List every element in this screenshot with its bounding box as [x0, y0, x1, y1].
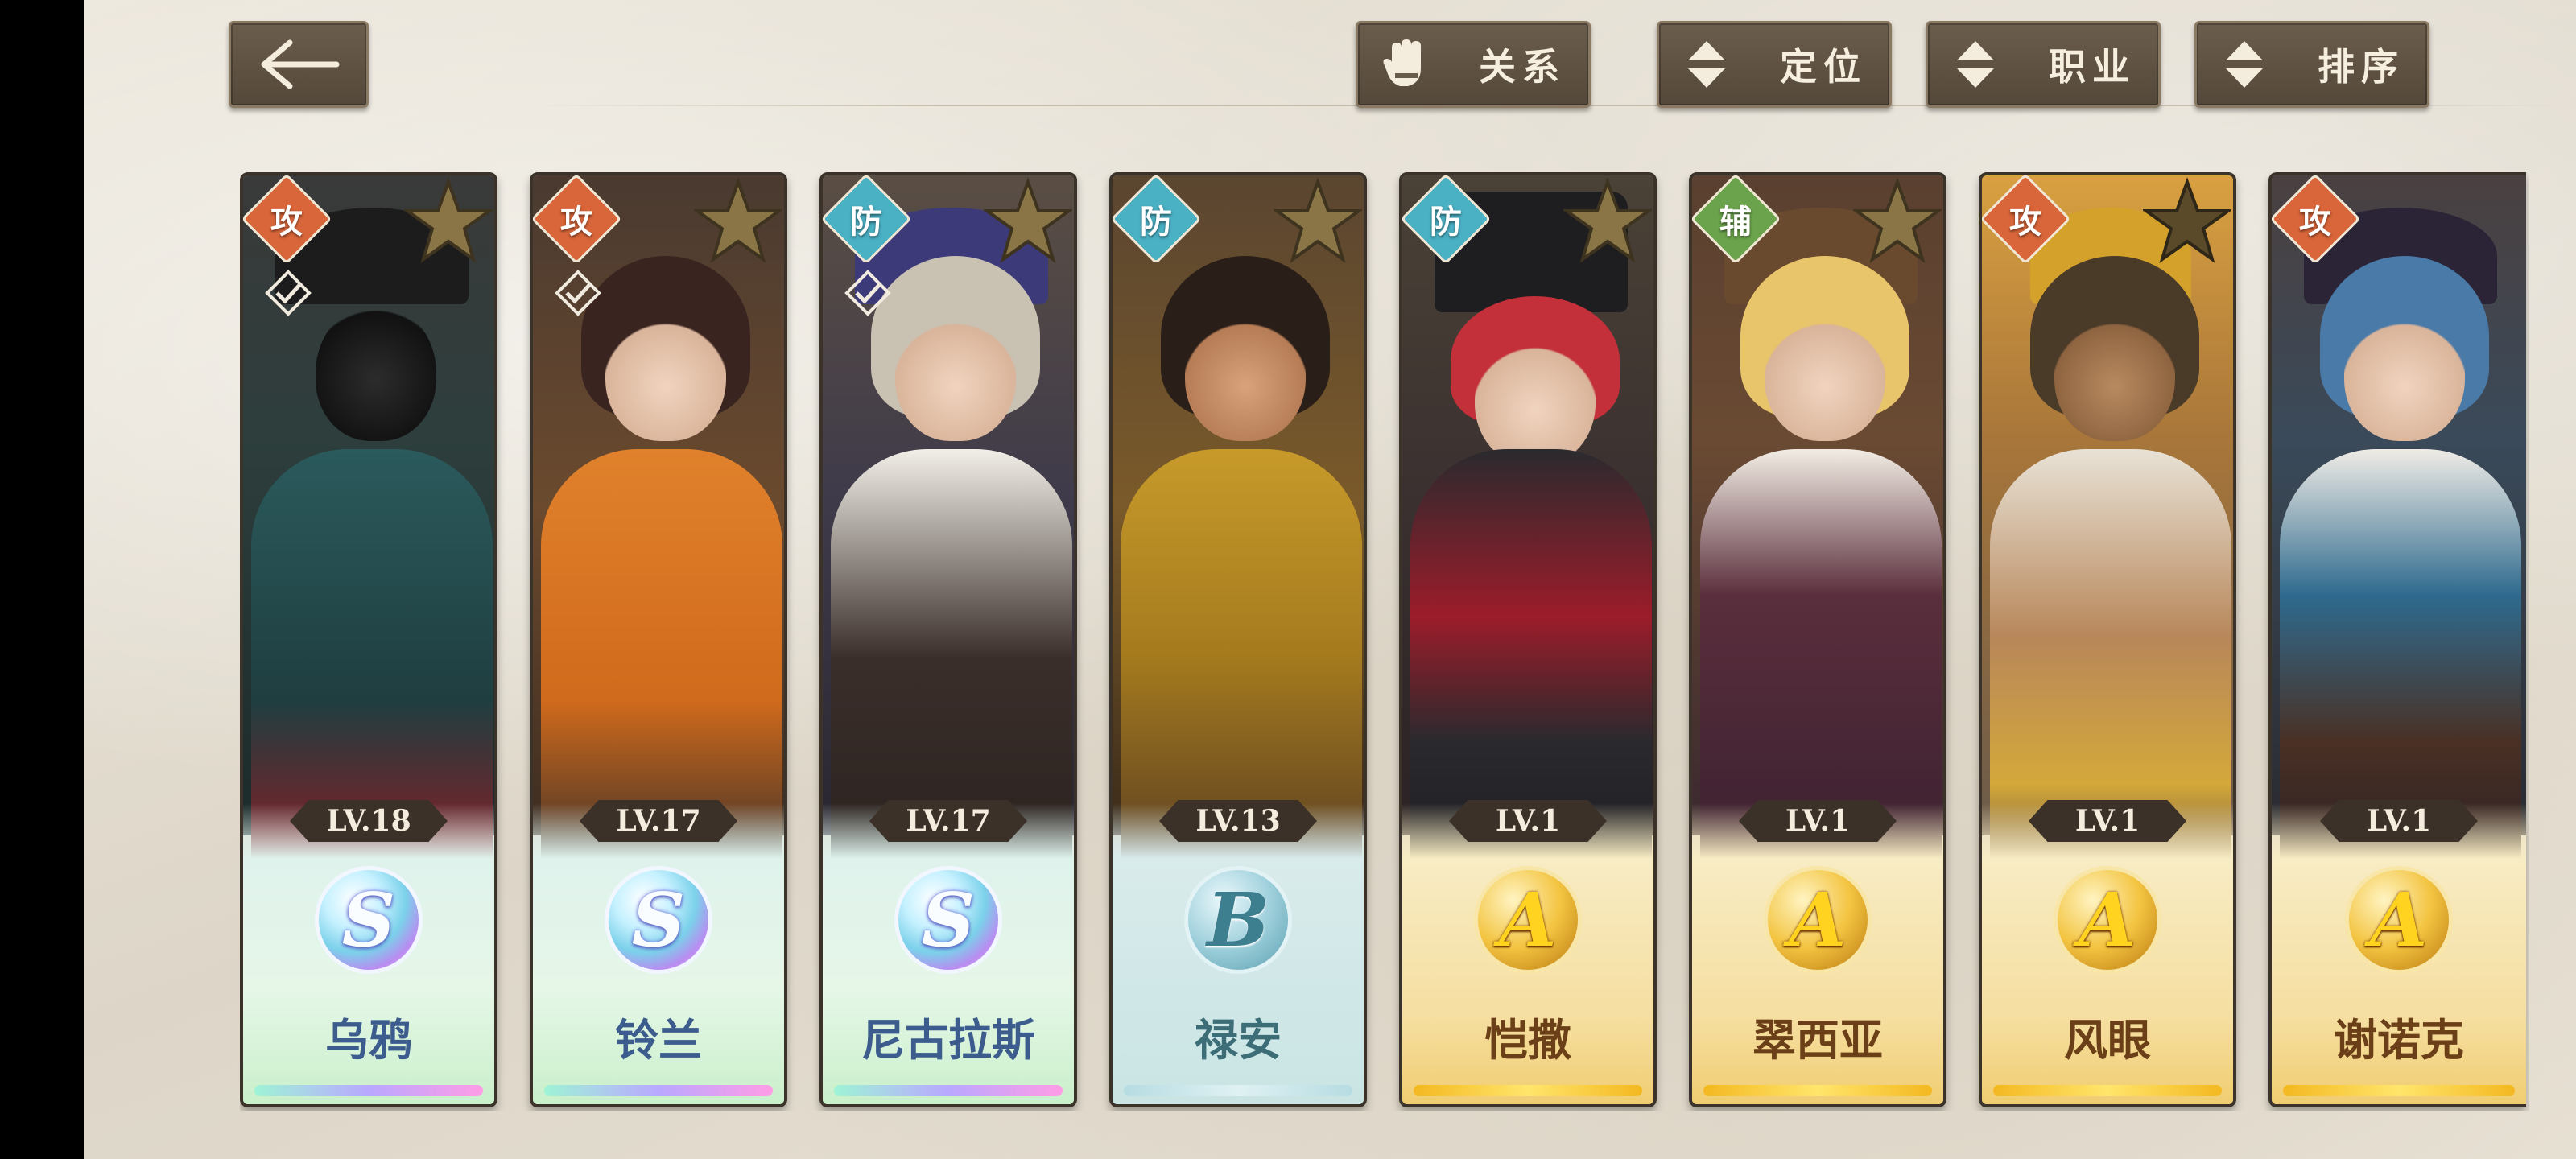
- rarity-bar: [544, 1085, 773, 1096]
- sort-arrows-icon: [1682, 36, 1732, 93]
- role-label: 防: [1140, 203, 1172, 241]
- selected-check-icon: [844, 270, 891, 316]
- sort-arrows-icon: [2219, 36, 2269, 93]
- character-portrait: [2272, 175, 2526, 868]
- character-portrait: [1113, 175, 1364, 868]
- character-card-linglan[interactable]: 攻 LV.17 S 铃兰: [530, 172, 787, 1107]
- rarity-bar: [1124, 1085, 1352, 1096]
- grade-badge: A: [2054, 866, 2161, 974]
- character-portrait: [1692, 175, 1943, 868]
- rarity-bar: [1993, 1085, 2222, 1096]
- level-tag: LV.1: [1449, 800, 1607, 842]
- star-icon: [2143, 177, 2231, 263]
- grade-badge: A: [1474, 866, 1582, 974]
- grade-badge: S: [315, 866, 423, 974]
- character-name: 乌鸦: [325, 1014, 412, 1066]
- role-label: 攻: [560, 203, 592, 241]
- position-filter-label: 定位: [1780, 45, 1867, 89]
- back-button[interactable]: [229, 21, 369, 108]
- portrait-face: [2054, 304, 2175, 441]
- selected-check-icon: [265, 270, 312, 316]
- character-portrait: [1982, 175, 2233, 868]
- role-label: 攻: [2009, 203, 2041, 241]
- character-card-tricia[interactable]: 辅 LV.1 A 翠西亚: [1689, 172, 1946, 1107]
- class-filter-button[interactable]: 职业: [1926, 21, 2161, 108]
- portrait-face: [895, 304, 1016, 441]
- role-label: 辅: [1719, 203, 1752, 241]
- position-filter-button[interactable]: 定位: [1657, 21, 1892, 108]
- character-name: 禄安: [1195, 1014, 1282, 1066]
- grade-badge: S: [894, 866, 1002, 974]
- role-label: 攻: [2299, 203, 2331, 241]
- character-card-fengyan[interactable]: 攻 LV.1 A 风眼: [1979, 172, 2236, 1107]
- level-tag: LV.1: [2320, 800, 2478, 842]
- star-icon: [1274, 177, 1362, 263]
- arrow-left-icon: [261, 39, 340, 89]
- level-tag: LV.1: [1739, 800, 1897, 842]
- character-card-wuya[interactable]: 攻 LV.18 S 乌鸦: [240, 172, 497, 1107]
- rarity-bar: [834, 1085, 1063, 1096]
- sort-filter-label: 排序: [2318, 45, 2405, 89]
- portrait-face: [1185, 304, 1306, 441]
- star-icon: [404, 177, 493, 263]
- gauntlet-icon: [1381, 36, 1430, 93]
- rarity-bar: [254, 1085, 483, 1096]
- character-card-list: 攻 LV.18 S 乌鸦 攻 LV.17 S 铃兰 防 LV.17 S 尼古拉斯…: [240, 172, 2529, 1111]
- sort-arrows-icon: [1951, 36, 2000, 93]
- sort-filter-button[interactable]: 排序: [2194, 21, 2429, 108]
- character-portrait: [1402, 175, 1653, 868]
- relation-filter-button[interactable]: 关系: [1356, 21, 1591, 108]
- star-icon: [1563, 177, 1652, 263]
- character-card-luan[interactable]: 防 LV.13 B 禄安: [1109, 172, 1367, 1107]
- portrait-face: [1475, 328, 1596, 465]
- class-filter-label: 职业: [2049, 45, 2136, 89]
- grade-badge: S: [605, 866, 712, 974]
- portrait-face: [605, 304, 726, 441]
- level-tag: LV.13: [1159, 800, 1317, 842]
- star-icon: [694, 177, 782, 263]
- level-tag: LV.17: [869, 800, 1027, 842]
- grade-badge: A: [1764, 866, 1872, 974]
- rarity-bar: [1703, 1085, 1932, 1096]
- star-icon: [984, 177, 1072, 263]
- grade-badge: A: [2345, 866, 2453, 974]
- level-tag: LV.18: [290, 800, 448, 842]
- portrait-face: [1765, 304, 1885, 441]
- role-label: 防: [850, 203, 882, 241]
- rarity-bar: [2283, 1085, 2515, 1096]
- level-tag: LV.17: [580, 800, 737, 842]
- role-label: 防: [1430, 203, 1462, 241]
- character-name: 铃兰: [615, 1014, 702, 1066]
- character-name: 谢诺克: [2334, 1014, 2464, 1066]
- role-label: 攻: [270, 203, 303, 241]
- portrait-face: [2344, 304, 2465, 441]
- level-tag: LV.1: [2029, 800, 2186, 842]
- portrait-mask: [316, 304, 436, 441]
- star-icon: [1853, 177, 1942, 263]
- selected-check-icon: [555, 270, 601, 316]
- relation-filter-label: 关系: [1479, 45, 1566, 89]
- character-name: 恺撒: [1484, 1014, 1571, 1066]
- character-card-xienuoke[interactable]: 攻 LV.1 A 谢诺克: [2268, 172, 2526, 1107]
- character-name: 翠西亚: [1752, 1014, 1883, 1066]
- grade-badge: B: [1184, 866, 1292, 974]
- rarity-bar: [1414, 1085, 1642, 1096]
- screen-edge-bar: [0, 0, 84, 1159]
- character-card-nicholas[interactable]: 防 LV.17 S 尼古拉斯: [819, 172, 1077, 1107]
- character-name: 尼古拉斯: [861, 1014, 1035, 1066]
- character-name: 风眼: [2064, 1014, 2151, 1066]
- character-card-caesar[interactable]: 防 LV.1 A 恺撒: [1399, 172, 1657, 1107]
